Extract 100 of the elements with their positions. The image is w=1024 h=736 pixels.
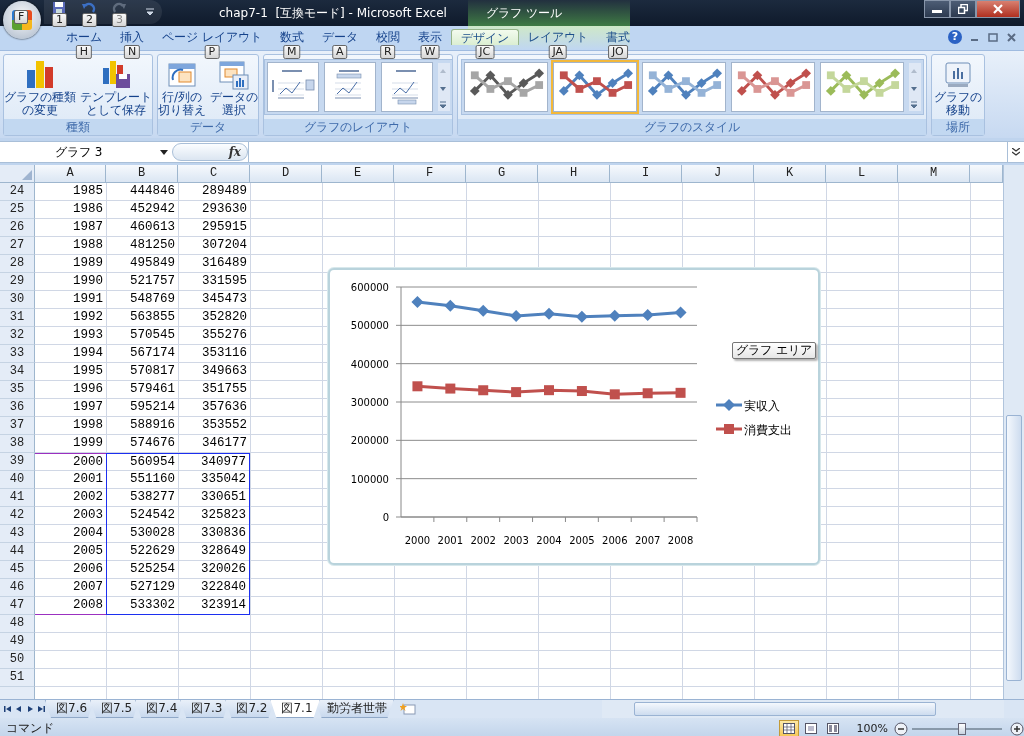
column-header[interactable]: I (610, 165, 682, 183)
column-header[interactable]: B (106, 165, 178, 183)
ribbon-tab[interactable]: デザイン (450, 29, 519, 45)
minimize-button[interactable] (924, 0, 950, 18)
column-header[interactable]: K (754, 165, 826, 183)
zoom-level[interactable]: 100% (856, 722, 888, 735)
chart-style-thumbnail[interactable] (819, 62, 904, 112)
ribbon-tab[interactable]: 数式 (270, 29, 313, 45)
row-header[interactable]: 47 (0, 597, 35, 615)
column-header[interactable]: L (826, 165, 898, 183)
name-box[interactable]: グラフ 3 (0, 142, 172, 162)
row-header[interactable]: 40 (0, 471, 35, 489)
chart-layout-thumbnail[interactable] (380, 62, 433, 112)
vertical-scroll-bar[interactable] (1003, 165, 1024, 699)
row-header[interactable]: 27 (0, 237, 35, 255)
axis-label: 2004 (536, 535, 562, 546)
row-header[interactable]: 28 (0, 255, 35, 273)
column-header[interactable]: J (682, 165, 754, 183)
sheet-tab[interactable]: 図7.1 (270, 700, 320, 718)
chart-area[interactable]: グラフ エリア 0 100000 200000 300000 400000 500000 600000 2000 2001 2002 2003 2004 2005 2006 2007 2008 実収入 消費支出 (328, 268, 820, 565)
sheet-tab[interactable]: 勤労者世帯 (315, 700, 394, 718)
row-header[interactable]: 32 (0, 327, 35, 345)
next-sheet-icon[interactable] (26, 705, 34, 713)
sheet-tab[interactable]: 図7.3 (180, 700, 230, 718)
row-header[interactable]: 50 (0, 651, 35, 669)
table-cell-text: 1992 (72, 309, 104, 326)
row-header[interactable]: 43 (0, 525, 35, 543)
select-data-button[interactable]: データの 選択 (209, 56, 259, 118)
column-header[interactable]: G (466, 165, 538, 183)
ribbon-tab[interactable]: 挿入 (111, 29, 153, 45)
row-header[interactable]: 44 (0, 543, 35, 561)
normal-view-button[interactable] (778, 720, 799, 736)
switch-row-column-button[interactable]: 行/列の 切り替え (157, 56, 207, 118)
close-button[interactable] (976, 0, 1020, 18)
zoom-slider[interactable] (912, 721, 1002, 736)
row-header[interactable]: 36 (0, 399, 35, 417)
column-header[interactable]: C (178, 165, 250, 183)
zoom-out-button[interactable] (894, 721, 908, 736)
row-header[interactable]: 45 (0, 561, 35, 579)
row-header[interactable]: 25 (0, 201, 35, 219)
sheet-tab[interactable]: 図7.4 (135, 700, 185, 718)
row-header[interactable]: 29 (0, 273, 35, 291)
chart-style-thumbnail[interactable] (552, 62, 637, 112)
row-header[interactable]: 37 (0, 417, 35, 435)
row-header[interactable]: 30 (0, 291, 35, 309)
zoom-in-button[interactable] (1010, 721, 1024, 736)
last-sheet-icon[interactable] (37, 705, 45, 713)
customize-toolbar-icon[interactable] (146, 8, 154, 16)
ribbon-tab[interactable]: 校閲 (366, 29, 409, 45)
sheet-tab[interactable]: 図7.2 (225, 700, 275, 718)
save-icon[interactable] (50, 1, 68, 15)
insert-function-button[interactable]: fx (228, 145, 241, 159)
column-header[interactable]: D (250, 165, 322, 183)
axis-label: 0 (382, 512, 389, 523)
change-chart-type-button[interactable]: グラフの種類 の変更 (3, 56, 77, 118)
row-header[interactable]: 51 (0, 669, 35, 687)
help-button[interactable]: ? (948, 30, 962, 44)
zoom-slider-thumb[interactable] (957, 722, 966, 735)
horizontal-scroll-bar[interactable] (601, 700, 1004, 718)
column-header[interactable]: M (898, 165, 970, 183)
row-header[interactable]: 46 (0, 579, 35, 597)
close-icon[interactable] (1007, 32, 1016, 42)
row-header[interactable]: 42 (0, 507, 35, 525)
restore-button[interactable] (950, 0, 976, 18)
ribbon-tab[interactable]: レイアウト (518, 29, 597, 45)
save-template-button[interactable]: テンプレート として保存 (79, 56, 153, 118)
chart-style-thumbnail[interactable] (463, 62, 548, 112)
row-header[interactable]: 33 (0, 345, 35, 363)
row-header[interactable]: 38 (0, 435, 35, 453)
previous-sheet-icon[interactable] (15, 705, 23, 713)
restore-icon[interactable] (988, 32, 998, 42)
ribbon-tab[interactable]: データ (312, 29, 367, 45)
chart-style-thumbnail[interactable] (641, 62, 726, 112)
first-sheet-icon[interactable] (4, 705, 12, 713)
move-chart-button[interactable]: グラフの 移動 (933, 56, 983, 118)
chart-layout-thumbnail[interactable] (323, 62, 376, 112)
data-point (510, 309, 523, 322)
row-header[interactable]: 48 (0, 615, 35, 633)
column-header[interactable]: F (394, 165, 466, 183)
row-header[interactable]: 41 (0, 489, 35, 507)
ribbon-tab[interactable]: 書式 (596, 29, 639, 45)
row-header[interactable]: 31 (0, 309, 35, 327)
column-header[interactable]: E (322, 165, 394, 183)
column-header[interactable]: H (538, 165, 610, 183)
gallery-scroll-bar[interactable] (437, 63, 450, 111)
gallery-scroll-bar[interactable] (908, 63, 921, 111)
row-header[interactable]: 49 (0, 633, 35, 651)
ribbon-tab[interactable]: ホーム (57, 29, 111, 45)
row-header[interactable]: 35 (0, 381, 35, 399)
row-header[interactable]: 24 (0, 183, 35, 201)
row-header[interactable]: 34 (0, 363, 35, 381)
ribbon-tab[interactable]: ページ レイアウト (153, 29, 271, 45)
column-header[interactable]: A (35, 165, 106, 183)
data-point (609, 389, 620, 400)
row-header[interactable]: 39 (0, 453, 35, 471)
chart-style-thumbnail[interactable] (730, 62, 815, 112)
row-header[interactable]: 26 (0, 219, 35, 237)
data-point (576, 386, 587, 396)
chart-layout-thumbnail[interactable] (266, 62, 319, 112)
ribbon-tab[interactable]: 表示 (408, 29, 451, 45)
